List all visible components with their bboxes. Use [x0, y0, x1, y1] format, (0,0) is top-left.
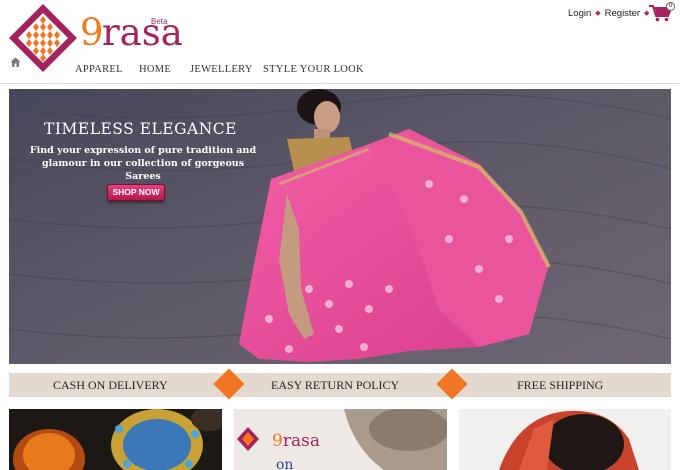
nav-apparel[interactable]: APPAREL — [75, 64, 123, 75]
register-link[interactable]: Register — [605, 8, 640, 19]
shop-now-button[interactable]: SHOP NOW — [107, 184, 165, 201]
thumbnail-style[interactable] — [459, 409, 671, 470]
thumbnail-brand-nine: 9 — [272, 431, 283, 451]
account-links: Login ◆ Register ◆ — [568, 6, 653, 20]
candles-image — [9, 409, 222, 470]
hero-subtitle: Find your expression of pure tradition a… — [23, 144, 263, 183]
thumbnail-brand-feature[interactable]: 9rasa on — [234, 409, 447, 470]
hero-subtitle-line2: glamour in our collection of gorgeous Sa… — [41, 158, 245, 182]
login-link[interactable]: Login — [568, 8, 591, 19]
header-divider — [0, 83, 680, 84]
benefit-easy-return: EASY RETURN POLICY — [271, 378, 400, 392]
benefit-cash-on-delivery: CASH ON DELIVERY — [53, 378, 168, 392]
thumbnail-home-decor[interactable] — [9, 409, 222, 470]
nav-style-your-look[interactable]: STYLE YOUR LOOK — [263, 64, 364, 75]
thumbnail-caption: on — [276, 457, 294, 470]
hero-subtitle-line1: Find your expression of pure tradition a… — [29, 145, 257, 156]
benefits-strip: CASH ON DELIVERY EASY RETURN POLICY FREE… — [9, 373, 671, 397]
thumbnail-brand-rasa: rasa — [282, 431, 320, 451]
model-image — [459, 409, 671, 470]
home-icon[interactable] — [10, 57, 21, 68]
beta-badge: Beta — [151, 17, 168, 26]
brand-rasa[interactable]: rasa — [102, 13, 183, 53]
hero-banner[interactable]: TIMELESS ELEGANCE Find your expression o… — [9, 89, 671, 364]
nav-jewellery[interactable]: JEWELLERY — [190, 64, 253, 75]
hero-title: TIMELESS ELEGANCE — [44, 120, 237, 138]
benefit-free-shipping: FREE SHIPPING — [517, 378, 604, 392]
brand-nine[interactable]: 9 — [80, 13, 104, 53]
separator-dot: ◆ — [595, 10, 601, 17]
cart-count-badge: 0 — [666, 2, 675, 11]
nav-home[interactable]: HOME — [139, 64, 171, 75]
jewellery-image — [234, 409, 447, 470]
thumbnail-brand-text: 9rasa — [272, 431, 320, 451]
